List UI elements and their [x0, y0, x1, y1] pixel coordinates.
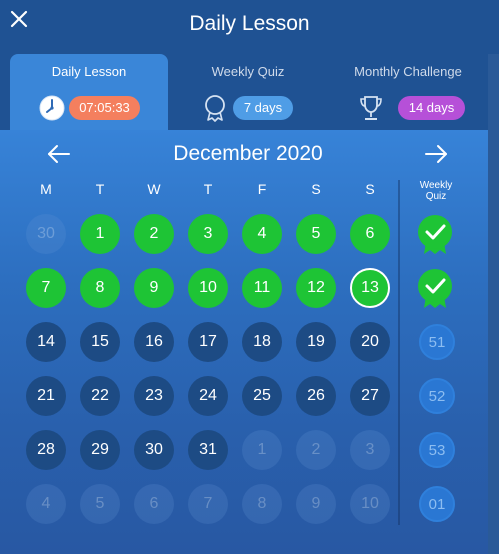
timer-badge: 07:05:33 — [69, 96, 140, 120]
medal-icon — [205, 95, 225, 122]
day-cell: 3 — [350, 430, 390, 470]
column-divider — [398, 180, 400, 525]
calendar-panel: December 2020 Weekly Quiz M T W T F S S 30 1 2 3 4 5… — [0, 130, 488, 554]
day-cell[interactable]: 18 — [242, 322, 282, 362]
clock-icon — [39, 95, 65, 121]
tab-label: Daily Lesson — [51, 64, 127, 79]
day-cell[interactable]: 6 — [350, 214, 390, 254]
weekly-quiz-week-badge[interactable]: 53 — [419, 432, 455, 468]
tab-label: Monthly Challenge — [354, 64, 462, 79]
day-cell: 4 — [26, 484, 66, 524]
tab-bar: Daily Lesson 07:05:33 Weekly Quiz 7 days… — [10, 54, 488, 130]
day-cell[interactable]: 22 — [80, 376, 120, 416]
header: Daily Lesson — [0, 0, 499, 52]
day-cell[interactable]: 19 — [296, 322, 336, 362]
day-cell: 7 — [188, 484, 228, 524]
weekday-label: M — [40, 181, 52, 197]
weekly-quiz-header-line: Weekly — [419, 180, 453, 191]
day-cell[interactable]: 12 — [296, 268, 336, 308]
weekly-quiz-week-badge[interactable]: 51 — [419, 324, 455, 360]
day-cell[interactable]: 25 — [242, 376, 282, 416]
day-cell[interactable]: 29 — [80, 430, 120, 470]
day-cell: 9 — [296, 484, 336, 524]
arrow-right-icon[interactable] — [422, 140, 450, 168]
weekday-label: S — [311, 181, 321, 197]
tab-label: Weekly Quiz — [211, 64, 285, 79]
day-cell[interactable]: 21 — [26, 376, 66, 416]
weekly-quiz-badge: 7 days — [233, 96, 293, 120]
weekday-label: F — [257, 181, 267, 197]
weekly-quiz-completed-badge[interactable] — [418, 269, 455, 308]
tab-weekly-quiz[interactable]: Weekly Quiz 7 days — [168, 54, 328, 130]
day-cell[interactable]: 30 — [134, 430, 174, 470]
day-cell[interactable]: 14 — [26, 322, 66, 362]
day-cell[interactable]: 5 — [296, 214, 336, 254]
day-cell[interactable]: 3 — [188, 214, 228, 254]
weekday-label: W — [147, 181, 161, 197]
weekday-label: T — [95, 181, 105, 197]
day-cell[interactable]: 17 — [188, 322, 228, 362]
day-cell[interactable]: 11 — [242, 268, 282, 308]
day-cell: 5 — [80, 484, 120, 524]
background-panel — [488, 54, 499, 554]
page-title: Daily Lesson — [189, 12, 310, 35]
day-cell[interactable]: 28 — [26, 430, 66, 470]
tab-daily-lesson[interactable]: Daily Lesson 07:05:33 — [10, 54, 168, 130]
trophy-icon — [360, 96, 382, 120]
day-cell[interactable]: 16 — [134, 322, 174, 362]
day-cell[interactable]: 10 — [188, 268, 228, 308]
day-cell[interactable]: 15 — [80, 322, 120, 362]
weekly-quiz-week-badge[interactable]: 01 — [419, 486, 455, 522]
day-cell[interactable]: 24 — [188, 376, 228, 416]
weekly-quiz-week-badge[interactable]: 52 — [419, 378, 455, 414]
day-cell[interactable]: 4 — [242, 214, 282, 254]
day-cell[interactable]: 23 — [134, 376, 174, 416]
weekday-label: S — [365, 181, 375, 197]
day-cell[interactable]: 9 — [134, 268, 174, 308]
day-cell[interactable]: 26 — [296, 376, 336, 416]
day-cell[interactable]: 27 — [350, 376, 390, 416]
weekday-label: T — [203, 181, 213, 197]
day-cell[interactable]: 2 — [134, 214, 174, 254]
day-cell[interactable]: 1 — [80, 214, 120, 254]
monthly-challenge-badge: 14 days — [398, 96, 465, 120]
day-cell: 1 — [242, 430, 282, 470]
check-ribbon-icon — [418, 215, 452, 254]
day-cell[interactable]: 31 — [188, 430, 228, 470]
day-cell[interactable]: 20 — [350, 322, 390, 362]
day-cell: 6 — [134, 484, 174, 524]
day-cell[interactable]: 8 — [80, 268, 120, 308]
day-cell: 10 — [350, 484, 390, 524]
day-cell: 2 — [296, 430, 336, 470]
weekly-quiz-header-line: Quiz — [425, 191, 447, 202]
weekly-quiz-header: Weekly Quiz — [406, 180, 466, 202]
tab-monthly-challenge[interactable]: Monthly Challenge 14 days — [328, 54, 488, 130]
day-cell: 8 — [242, 484, 282, 524]
day-cell-today[interactable]: 13 — [350, 268, 390, 308]
day-cell: 30 — [26, 214, 66, 254]
weekly-quiz-completed-badge[interactable] — [418, 215, 455, 254]
check-ribbon-icon — [418, 269, 452, 308]
day-cell[interactable]: 7 — [26, 268, 66, 308]
